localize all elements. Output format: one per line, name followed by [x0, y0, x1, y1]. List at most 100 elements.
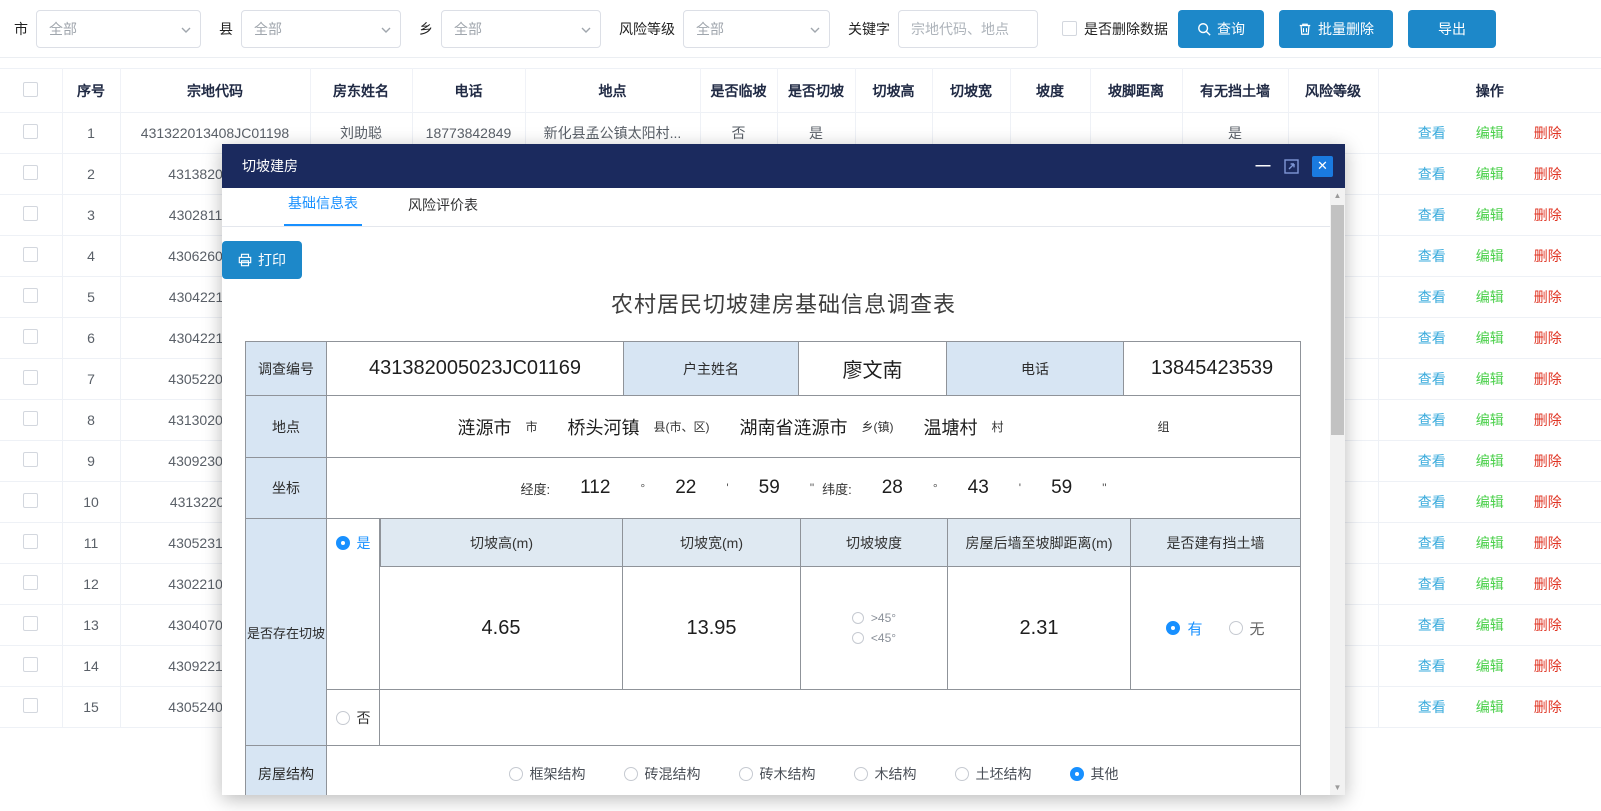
delete-link[interactable]: 删除: [1534, 615, 1562, 635]
delete-link[interactable]: 删除: [1534, 492, 1562, 512]
cut-slope-yes-radio[interactable]: 是: [336, 533, 371, 553]
view-link[interactable]: 查看: [1418, 164, 1446, 184]
delete-link[interactable]: 删除: [1534, 246, 1562, 266]
view-link[interactable]: 查看: [1418, 574, 1446, 594]
risk-filter-label: 风险等级: [619, 19, 675, 39]
row-checkbox[interactable]: [23, 698, 38, 713]
scroll-up-icon[interactable]: ▲: [1330, 188, 1345, 203]
delete-link[interactable]: 删除: [1534, 164, 1562, 184]
delete-link[interactable]: 删除: [1534, 205, 1562, 225]
structure-radio[interactable]: 土坯结构: [955, 764, 1032, 784]
delete-link[interactable]: 删除: [1534, 533, 1562, 553]
checkbox-icon[interactable]: [1062, 21, 1077, 36]
edit-link[interactable]: 编辑: [1476, 533, 1504, 553]
edit-link[interactable]: 编辑: [1476, 615, 1504, 635]
view-link[interactable]: 查看: [1418, 533, 1446, 553]
structure-radio[interactable]: 木结构: [854, 764, 917, 784]
row-checkbox[interactable]: [23, 288, 38, 303]
city-select[interactable]: 全部: [36, 10, 201, 48]
view-link[interactable]: 查看: [1418, 697, 1446, 717]
edit-link[interactable]: 编辑: [1476, 574, 1504, 594]
export-button[interactable]: 导出: [1408, 10, 1496, 48]
view-link[interactable]: 查看: [1418, 205, 1446, 225]
edit-link[interactable]: 编辑: [1476, 246, 1504, 266]
delete-link[interactable]: 删除: [1534, 410, 1562, 430]
keyword-input[interactable]: [898, 10, 1038, 48]
wall-no-radio[interactable]: 无: [1229, 618, 1265, 639]
phone-value: 13845423539: [1123, 342, 1300, 395]
view-link[interactable]: 查看: [1418, 451, 1446, 471]
structure-radio[interactable]: 其他: [1070, 764, 1119, 784]
edit-link[interactable]: 编辑: [1476, 328, 1504, 348]
cell-seq: 4: [62, 236, 120, 277]
query-button[interactable]: 查询: [1178, 10, 1264, 48]
cut-slope-no-radio[interactable]: 否: [336, 708, 371, 728]
tab-basic-info[interactable]: 基础信息表: [284, 193, 362, 226]
row-checkbox[interactable]: [23, 575, 38, 590]
risk-level-select[interactable]: 全部: [683, 10, 830, 48]
cut-slope-house-modal: 切坡建房 — ✕ 基础信息表 风险评价表 打印 农村居民切坡建房基础信息调查表: [222, 144, 1345, 795]
radio-icon: [336, 711, 350, 725]
edit-link[interactable]: 编辑: [1476, 164, 1504, 184]
maximize-icon[interactable]: [1284, 159, 1299, 174]
row-checkbox[interactable]: [23, 493, 38, 508]
slope-gt45-radio[interactable]: >45°: [852, 611, 896, 625]
county-select[interactable]: 全部: [241, 10, 401, 48]
view-link[interactable]: 查看: [1418, 287, 1446, 307]
column-header: 操作: [1378, 69, 1601, 113]
delete-link[interactable]: 删除: [1534, 656, 1562, 676]
edit-link[interactable]: 编辑: [1476, 656, 1504, 676]
view-link[interactable]: 查看: [1418, 615, 1446, 635]
delete-link[interactable]: 删除: [1534, 369, 1562, 389]
view-link[interactable]: 查看: [1418, 369, 1446, 389]
row-checkbox[interactable]: [23, 329, 38, 344]
delete-link[interactable]: 删除: [1534, 287, 1562, 307]
edit-link[interactable]: 编辑: [1476, 410, 1504, 430]
minimize-icon[interactable]: —: [1255, 158, 1271, 174]
slope-lt45-radio[interactable]: <45°: [852, 631, 896, 645]
row-checkbox[interactable]: [23, 124, 38, 139]
view-link[interactable]: 查看: [1418, 656, 1446, 676]
scroll-down-icon[interactable]: ▼: [1330, 780, 1345, 795]
print-button[interactable]: 打印: [222, 241, 302, 279]
modal-scrollbar[interactable]: ▲ ▼: [1330, 188, 1345, 795]
structure-radio[interactable]: 砖木结构: [739, 764, 816, 784]
delete-link[interactable]: 删除: [1534, 451, 1562, 471]
edit-link[interactable]: 编辑: [1476, 123, 1504, 143]
edit-link[interactable]: 编辑: [1476, 287, 1504, 307]
scrollbar-thumb[interactable]: [1331, 205, 1344, 435]
edit-link[interactable]: 编辑: [1476, 697, 1504, 717]
row-checkbox[interactable]: [23, 165, 38, 180]
edit-link[interactable]: 编辑: [1476, 492, 1504, 512]
row-checkbox[interactable]: [23, 534, 38, 549]
edit-link[interactable]: 编辑: [1476, 451, 1504, 471]
row-checkbox[interactable]: [23, 452, 38, 467]
delete-link[interactable]: 删除: [1534, 697, 1562, 717]
edit-link[interactable]: 编辑: [1476, 369, 1504, 389]
delete-link[interactable]: 删除: [1534, 328, 1562, 348]
tab-risk-evaluation[interactable]: 风险评价表: [404, 195, 482, 226]
structure-radio[interactable]: 砖混结构: [624, 764, 701, 784]
delete-link[interactable]: 删除: [1534, 123, 1562, 143]
view-link[interactable]: 查看: [1418, 123, 1446, 143]
select-all-checkbox[interactable]: [23, 82, 38, 97]
structure-radio[interactable]: 框架结构: [509, 764, 586, 784]
wall-yes-radio[interactable]: 有: [1166, 618, 1202, 639]
edit-link[interactable]: 编辑: [1476, 205, 1504, 225]
row-checkbox[interactable]: [23, 616, 38, 631]
batch-delete-button[interactable]: 批量删除: [1279, 10, 1393, 48]
close-icon[interactable]: ✕: [1312, 156, 1333, 177]
row-checkbox[interactable]: [23, 247, 38, 262]
row-checkbox[interactable]: [23, 206, 38, 221]
delete-link[interactable]: 删除: [1534, 574, 1562, 594]
view-link[interactable]: 查看: [1418, 328, 1446, 348]
town-select[interactable]: 全部: [441, 10, 601, 48]
deleted-data-checkbox[interactable]: 是否删除数据: [1062, 19, 1168, 39]
row-checkbox[interactable]: [23, 370, 38, 385]
chevron-down-icon: [380, 24, 392, 36]
view-link[interactable]: 查看: [1418, 492, 1446, 512]
row-checkbox[interactable]: [23, 657, 38, 672]
view-link[interactable]: 查看: [1418, 410, 1446, 430]
view-link[interactable]: 查看: [1418, 246, 1446, 266]
row-checkbox[interactable]: [23, 411, 38, 426]
